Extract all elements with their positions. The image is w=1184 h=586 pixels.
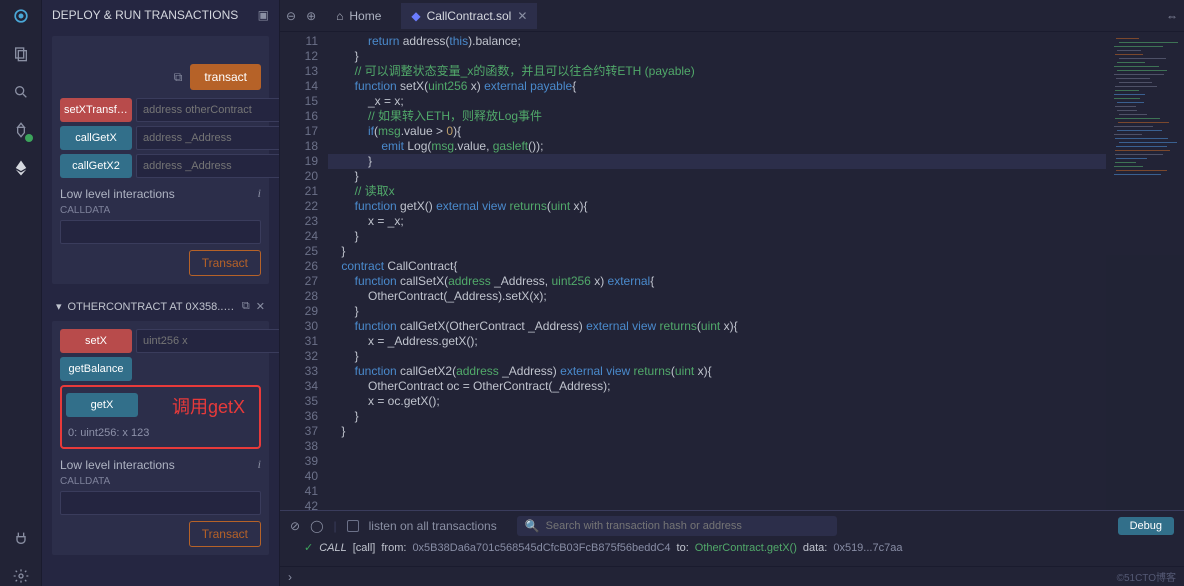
fn-getBalance[interactable]: getBalance xyxy=(60,357,132,381)
home-icon: ⌂ xyxy=(336,9,343,23)
fn-setX[interactable]: setX xyxy=(60,329,132,353)
contract-instance-2: setX ⌄ getBalance 调用getX getX 0: uint256… xyxy=(52,321,269,555)
info-icon[interactable]: i xyxy=(258,457,261,472)
minimap[interactable] xyxy=(1106,32,1184,510)
term-search-input[interactable] xyxy=(546,520,829,532)
transact-lowlevel-button[interactable]: Transact xyxy=(189,250,261,276)
calldata-input-2[interactable] xyxy=(60,491,261,515)
tab-home-label: Home xyxy=(349,9,381,23)
settings-icon[interactable] xyxy=(11,566,31,586)
getx-highlight-box: 调用getX getX 0: uint256: x 123 xyxy=(60,385,261,449)
lowlevel-label-2: Low level interactionsi xyxy=(60,457,261,472)
fn-callGetX2-input[interactable] xyxy=(136,154,280,178)
files-icon[interactable] xyxy=(11,44,31,64)
toggle-icon[interactable]: ▾ xyxy=(56,300,62,313)
fn-callGetX[interactable]: callGetX xyxy=(60,126,132,150)
copy-icon[interactable]: ⧉ xyxy=(174,70,183,85)
copy-address-icon[interactable]: ⧉ xyxy=(242,300,250,313)
zoom-out-icon[interactable]: ⊖ xyxy=(286,9,296,23)
term-search[interactable]: 🔍 xyxy=(517,516,837,536)
code-area[interactable]: return address(this).balance; } // 可以调整状… xyxy=(328,32,1106,510)
terminal: ⊘ ◯ | listen on all transactions 🔍 Debug… xyxy=(280,510,1184,566)
fn-setXTransfer...-input[interactable] xyxy=(136,98,280,122)
transact-lowlevel-button-2[interactable]: Transact xyxy=(189,521,261,547)
fn-callGetX2[interactable]: callGetX2 xyxy=(60,154,132,178)
tab-file[interactable]: ◆ CallContract.sol ✕ xyxy=(401,3,537,29)
lowlevel-label: Low level interactionsi xyxy=(60,186,261,201)
editor-tabs: ⊖ ⊕ ⌂ Home ◆ CallContract.sol ✕ ⇔ xyxy=(280,0,1184,32)
contract-instance-1: ⧉ transact setXTransfer... ⌄callGetX ⌄ca… xyxy=(52,36,269,284)
info-icon[interactable]: i xyxy=(258,186,261,201)
search-icon[interactable] xyxy=(11,82,31,102)
annotation-label: 调用getX xyxy=(172,393,245,419)
maximize-icon[interactable]: ⇔ xyxy=(1166,9,1178,23)
panel-header: DEPLOY & RUN TRANSACTIONS ▣ xyxy=(42,0,279,30)
activity-bar xyxy=(0,0,42,586)
watermark: ©51CTO博客 xyxy=(1117,569,1176,584)
calldata-label: CALLDATA xyxy=(60,205,261,216)
panel-link-icon[interactable]: ▣ xyxy=(258,8,269,22)
logo-icon[interactable] xyxy=(11,6,31,26)
check-icon: ✓ xyxy=(304,541,313,554)
debug-button[interactable]: Debug xyxy=(1118,517,1174,535)
transact-button[interactable]: transact xyxy=(190,64,261,90)
contract-name: OTHERCONTRACT AT 0X358...D5I xyxy=(68,301,236,313)
main-area: ⊖ ⊕ ⌂ Home ◆ CallContract.sol ✕ ⇔ 111213… xyxy=(280,0,1184,586)
status-bar: › xyxy=(280,566,1184,586)
getx-output: 0: uint256: x 123 xyxy=(66,421,255,439)
status-arrow-icon[interactable]: › xyxy=(288,570,292,584)
plugin-icon[interactable] xyxy=(11,528,31,548)
term-clear-icon[interactable]: ⊘ xyxy=(290,519,300,533)
calldata-input[interactable] xyxy=(60,220,261,244)
fn-callGetX-input[interactable] xyxy=(136,126,280,150)
fn-setXTransfer...[interactable]: setXTransfer... xyxy=(60,98,132,122)
call-badge: CALL xyxy=(319,542,347,554)
term-reset-icon[interactable]: ◯ xyxy=(310,519,323,533)
fn-setX-input[interactable] xyxy=(136,329,280,353)
listen-checkbox[interactable] xyxy=(347,520,359,532)
compile-icon[interactable] xyxy=(11,120,31,140)
deploy-panel: DEPLOY & RUN TRANSACTIONS ▣ ⧉ transact s… xyxy=(42,0,280,586)
close-contract-icon[interactable]: ✕ xyxy=(256,300,265,313)
line-gutter: 1112131415161718192021222324252627282930… xyxy=(280,32,328,510)
panel-title: DEPLOY & RUN TRANSACTIONS xyxy=(52,8,258,22)
listen-label: listen on all transactions xyxy=(369,519,497,533)
deploy-icon[interactable] xyxy=(11,158,31,178)
tab-file-label: CallContract.sol xyxy=(427,9,512,23)
calldata-label-2: CALLDATA xyxy=(60,476,261,487)
zoom-in-icon[interactable]: ⊕ xyxy=(306,9,316,23)
tab-close-icon[interactable]: ✕ xyxy=(517,9,527,23)
tab-home[interactable]: ⌂ Home xyxy=(326,3,391,29)
term-search-icon: 🔍 xyxy=(525,519,540,533)
editor[interactable]: 1112131415161718192021222324252627282930… xyxy=(280,32,1184,510)
terminal-log-entry[interactable]: ✓ CALL [call] from: 0x5B38Da6a701c568545… xyxy=(280,541,1184,556)
solidity-icon: ◆ xyxy=(411,9,420,23)
fn-getX[interactable]: getX xyxy=(66,393,138,417)
contract-header-2[interactable]: ▾ OTHERCONTRACT AT 0X358...D5I ⧉ ✕ xyxy=(52,292,269,321)
